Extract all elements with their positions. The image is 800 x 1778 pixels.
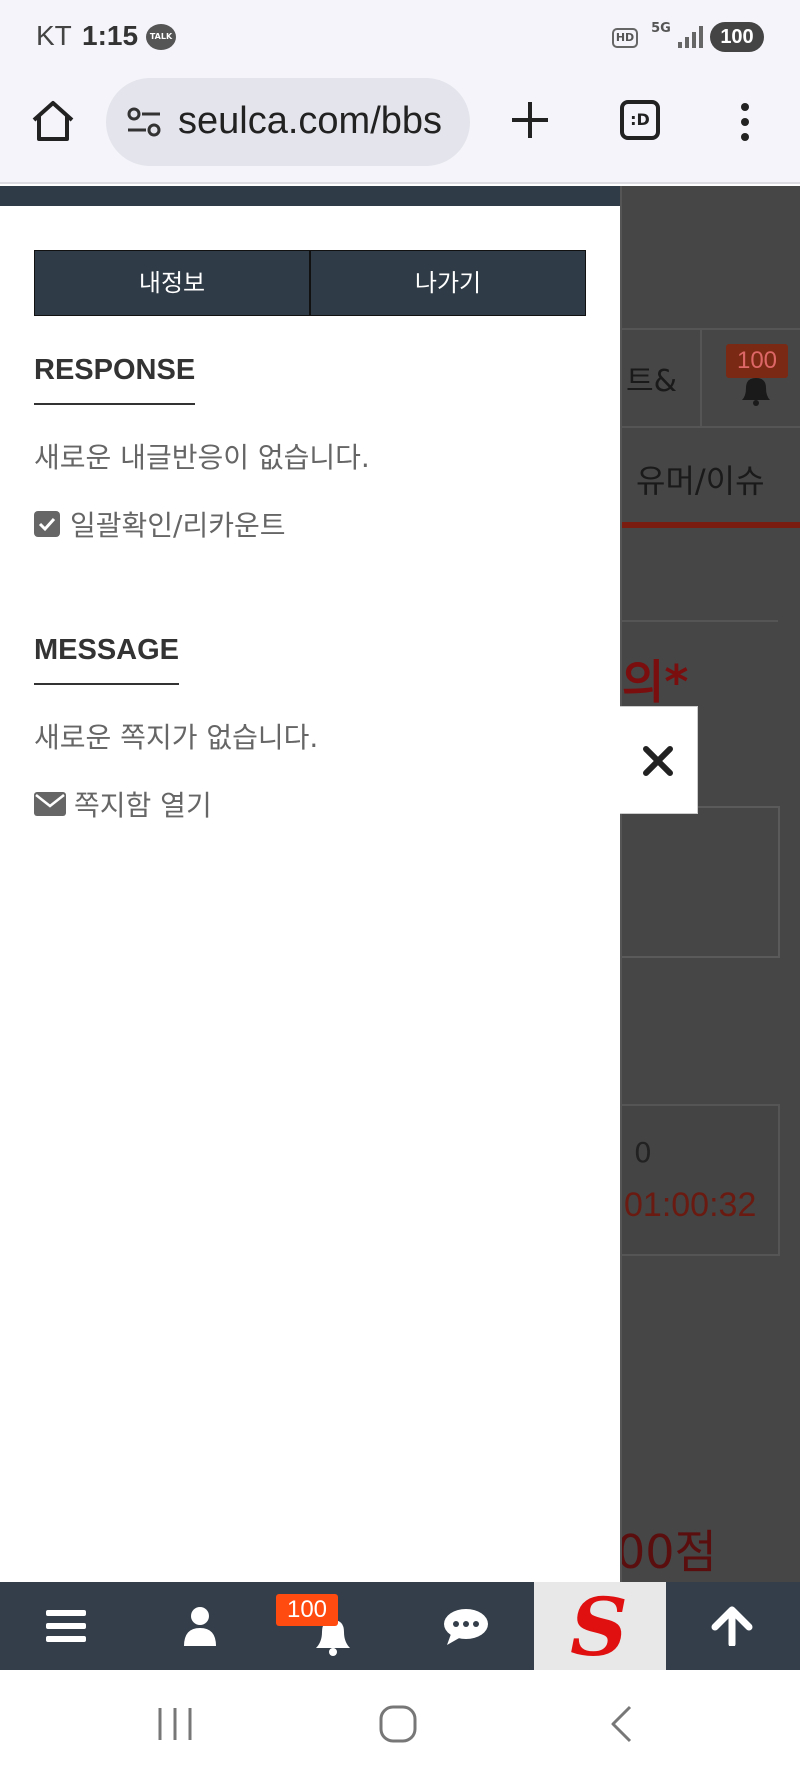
system-home-icon[interactable]: [378, 1704, 418, 1744]
bg-score-fragment: 00점: [622, 1525, 717, 1579]
bg-title-fragment: 의*: [622, 655, 689, 709]
home-icon[interactable]: [30, 98, 76, 144]
divider: [622, 426, 800, 428]
bg-tab-humor: 유머/이슈: [636, 462, 765, 500]
network-5g-icon: 5G: [651, 21, 671, 36]
divider: [622, 328, 800, 330]
divider: [622, 620, 778, 622]
hamburger-menu-icon: [46, 1610, 86, 1642]
browser-toolbar: seulca.com/bbs :D: [0, 72, 800, 184]
close-drawer-button[interactable]: [620, 706, 698, 814]
scroll-top-button[interactable]: [667, 1582, 800, 1670]
message-section-title: MESSAGE: [34, 634, 180, 685]
response-empty-text: 새로운 내글반응이 없습니다.: [34, 441, 370, 474]
envelope-icon: [34, 792, 66, 816]
checkbox-checked-icon: [34, 511, 60, 537]
bg-timer: 01:00:32: [624, 1186, 757, 1224]
background-page-overlay[interactable]: 트& 100 유머/이슈 의* 0 01:00:32 00점: [622, 186, 800, 1582]
bg-content-box: [622, 806, 780, 958]
open-inbox-label: 쪽지함 열기: [74, 789, 212, 822]
status-bar: KT 1:15 TALK HD 5G 100: [0, 0, 800, 72]
bg-menu-fragment: 트&: [626, 364, 677, 399]
more-menu-icon[interactable]: [738, 102, 752, 142]
bg-count: 0: [634, 1136, 652, 1169]
site-logo-button[interactable]: S: [534, 1582, 666, 1670]
close-icon: [643, 746, 673, 776]
address-bar[interactable]: seulca.com/bbs: [106, 78, 470, 166]
bg-notification-badge: 100: [726, 344, 788, 378]
back-icon[interactable]: [608, 1704, 634, 1744]
recent-apps-icon[interactable]: [156, 1706, 194, 1742]
tab-switcher-button[interactable]: :D: [620, 100, 660, 140]
url-text: seulca.com/bbs: [178, 100, 443, 142]
battery-indicator: 100: [710, 22, 764, 52]
clock: 1:15: [82, 20, 139, 51]
user-icon: [184, 1607, 216, 1646]
drawer-button-row: 내정보 나가기: [34, 250, 586, 316]
bulk-check-label: 일괄확인/리카운트: [70, 509, 286, 542]
active-tab-indicator: [622, 522, 800, 528]
logout-button[interactable]: 나가기: [310, 250, 586, 316]
message-empty-text: 새로운 쪽지가 없습니다.: [34, 721, 319, 754]
system-nav-bar: [0, 1670, 800, 1778]
divider: [700, 328, 702, 426]
bottom-nav: 100 S: [0, 1582, 800, 1670]
my-info-button[interactable]: 내정보: [34, 250, 310, 316]
site-logo: S: [570, 1580, 628, 1674]
profile-button[interactable]: [133, 1582, 266, 1670]
carrier-label: KT: [36, 20, 72, 51]
drawer-edge: [620, 186, 622, 1582]
arrow-up-icon: [711, 1606, 753, 1646]
chat-bubble-icon: [444, 1609, 488, 1645]
side-drawer: 내정보 나가기 RESPONSE 새로운 내글반응이 없습니다. 일괄확인/리카…: [0, 186, 622, 1582]
open-inbox-link[interactable]: 쪽지함 열기: [34, 784, 212, 824]
bell-icon: [742, 378, 770, 406]
menu-button[interactable]: [0, 1582, 133, 1670]
new-tab-icon[interactable]: [506, 96, 554, 144]
notification-badge: 100: [276, 1594, 338, 1626]
kakaotalk-notification-icon: TALK: [146, 24, 176, 50]
hd-voice-icon: HD: [612, 28, 638, 48]
signal-icon: [678, 26, 704, 48]
chat-button[interactable]: [399, 1582, 532, 1670]
bulk-check-link[interactable]: 일괄확인/리카운트: [34, 504, 286, 544]
site-settings-icon[interactable]: [126, 106, 162, 138]
bg-info-card: [622, 1104, 780, 1256]
response-section-title: RESPONSE: [34, 354, 196, 405]
